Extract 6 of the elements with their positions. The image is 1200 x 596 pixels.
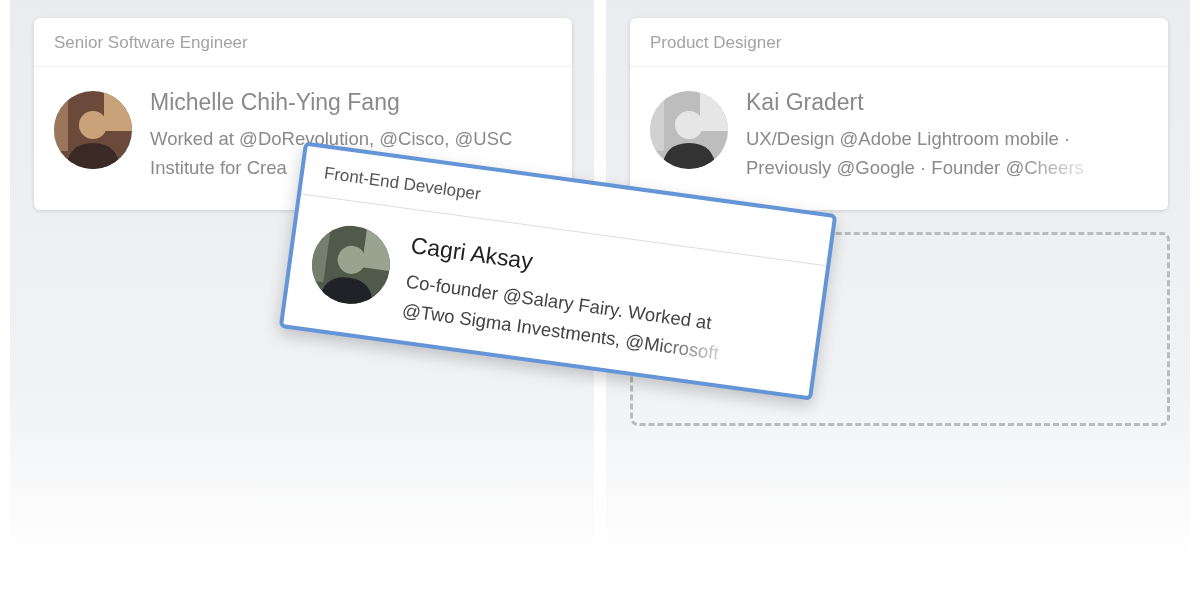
person-name: Cagri Aksay bbox=[409, 231, 536, 275]
person-name: Kai Gradert bbox=[746, 89, 865, 116]
person-name: Michelle Chih-Ying Fang bbox=[150, 89, 401, 116]
job-title: Front-End Developer bbox=[322, 163, 482, 204]
job-title: Product Designer bbox=[650, 33, 782, 52]
job-title: Senior Software Engineer bbox=[54, 33, 248, 52]
